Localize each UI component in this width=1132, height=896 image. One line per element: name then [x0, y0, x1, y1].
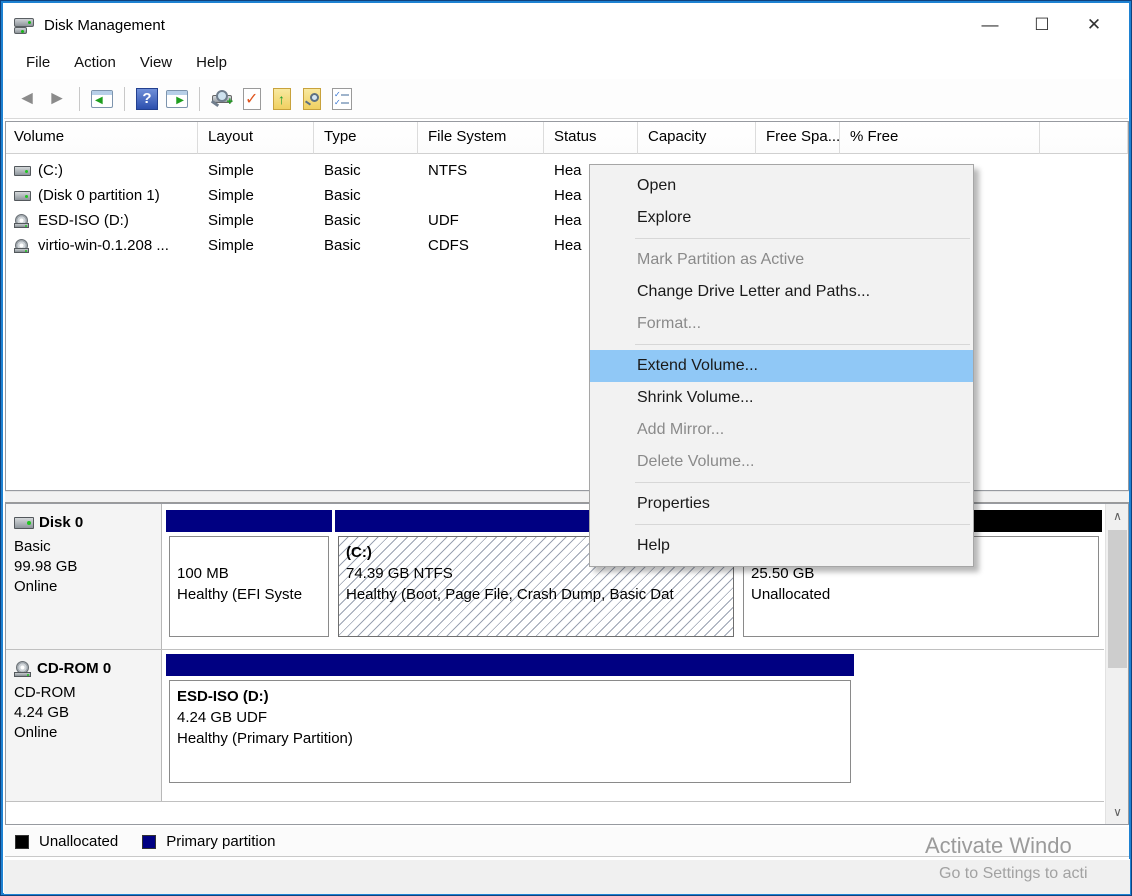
console-tree-icon[interactable]: ◀	[87, 85, 117, 113]
menu-item-help[interactable]: Help	[590, 530, 973, 562]
primary-partition-bar	[166, 654, 854, 676]
column-header-volume[interactable]: Volume	[6, 122, 198, 154]
toolbar: ◄ ► ◀ ? ▶ + ✓ ↑ ✓✓	[4, 79, 1128, 119]
menu-item-properties[interactable]: Properties	[590, 488, 973, 520]
help-icon[interactable]: ?	[132, 85, 162, 113]
column-header-layout[interactable]: Layout	[198, 122, 314, 154]
disk-management-app-icon	[14, 16, 36, 34]
task-list-icon[interactable]: ✓✓	[327, 85, 357, 113]
partition-context-menu: Open Explore Mark Partition as Active Ch…	[589, 164, 974, 567]
menu-item-format: Format...	[590, 308, 973, 340]
partition-d[interactable]: ESD-ISO (D:)4.24 GB UDFHealthy (Primary …	[166, 654, 854, 787]
vertical-scrollbar[interactable]: ∧ ∨	[1105, 504, 1128, 824]
menu-item-shrink-volume[interactable]: Shrink Volume...	[590, 382, 973, 414]
volume-list-header: Volume Layout Type File System Status Ca…	[6, 122, 1128, 154]
rescan-disks-icon[interactable]: +	[207, 85, 237, 113]
menu-separator	[590, 520, 973, 530]
disk0-label[interactable]: Disk 0 Basic 99.98 GB Online	[6, 504, 162, 649]
maximize-button[interactable]: ☐	[1016, 4, 1068, 46]
minimize-button[interactable]: —	[964, 4, 1016, 46]
legend-label-unallocated: Unallocated	[39, 833, 118, 850]
column-header-free-space[interactable]: Free Spa...	[756, 122, 840, 154]
legend-bar: Unallocated Primary partition	[5, 827, 1129, 857]
menu-view[interactable]: View	[128, 49, 184, 76]
column-header-percent-free[interactable]: % Free	[840, 122, 1040, 154]
disk-icon	[14, 517, 34, 529]
menu-item-open[interactable]: Open	[590, 170, 973, 202]
cdrom0-row: CD-ROM 0 CD-ROM 4.24 GB Online ESD-ISO (…	[6, 650, 1104, 802]
document-check-icon[interactable]: ✓	[237, 85, 267, 113]
legend-swatch-unallocated	[15, 835, 29, 849]
menubar: File Action View Help	[4, 46, 1128, 79]
menu-item-mark-partition-active: Mark Partition as Active	[590, 244, 973, 276]
scroll-up-icon[interactable]: ∧	[1106, 506, 1129, 526]
close-button[interactable]: ✕	[1068, 4, 1120, 46]
disk-management-window: Disk Management — ☐ ✕ File Action View H…	[0, 0, 1132, 896]
column-header-file-system[interactable]: File System	[418, 122, 544, 154]
column-header-status[interactable]: Status	[544, 122, 638, 154]
cd-drive-icon	[14, 214, 31, 228]
menu-item-explore[interactable]: Explore	[590, 202, 973, 234]
menu-item-delete-volume: Delete Volume...	[590, 446, 973, 478]
column-header-type[interactable]: Type	[314, 122, 418, 154]
legend-swatch-primary	[142, 835, 156, 849]
partition-efi[interactable]: 100 MBHealthy (EFI Syste	[166, 510, 332, 641]
primary-partition-bar	[166, 510, 332, 532]
scroll-down-icon[interactable]: ∨	[1106, 802, 1129, 822]
menu-separator	[590, 340, 973, 350]
forward-icon[interactable]: ►	[42, 85, 72, 113]
menu-item-add-mirror: Add Mirror...	[590, 414, 973, 446]
folder-up-icon[interactable]: ↑	[267, 85, 297, 113]
cdrom0-label[interactable]: CD-ROM 0 CD-ROM 4.24 GB Online	[6, 650, 162, 801]
menu-separator	[590, 234, 973, 244]
column-header-empty	[1040, 122, 1128, 154]
column-header-capacity[interactable]: Capacity	[638, 122, 756, 154]
drive-icon	[14, 166, 31, 176]
action-pane-icon[interactable]: ▶	[162, 85, 192, 113]
toolbar-separator	[124, 87, 125, 111]
menu-help[interactable]: Help	[184, 49, 239, 76]
cd-rom-icon	[14, 661, 32, 677]
toolbar-separator	[199, 87, 200, 111]
status-bar	[4, 859, 1130, 894]
menu-file[interactable]: File	[14, 49, 62, 76]
menu-action[interactable]: Action	[62, 49, 128, 76]
drive-icon	[14, 191, 31, 201]
folder-search-icon[interactable]	[297, 85, 327, 113]
titlebar: Disk Management — ☐ ✕	[4, 4, 1128, 46]
legend-label-primary: Primary partition	[166, 833, 275, 850]
menu-item-change-drive-letter[interactable]: Change Drive Letter and Paths...	[590, 276, 973, 308]
window-title: Disk Management	[44, 17, 165, 34]
toolbar-separator	[79, 87, 80, 111]
menu-separator	[590, 478, 973, 488]
cd-drive-icon	[14, 239, 31, 253]
scrollbar-thumb[interactable]	[1108, 530, 1127, 668]
menu-item-extend-volume[interactable]: Extend Volume...	[590, 350, 973, 382]
back-icon[interactable]: ◄	[12, 85, 42, 113]
